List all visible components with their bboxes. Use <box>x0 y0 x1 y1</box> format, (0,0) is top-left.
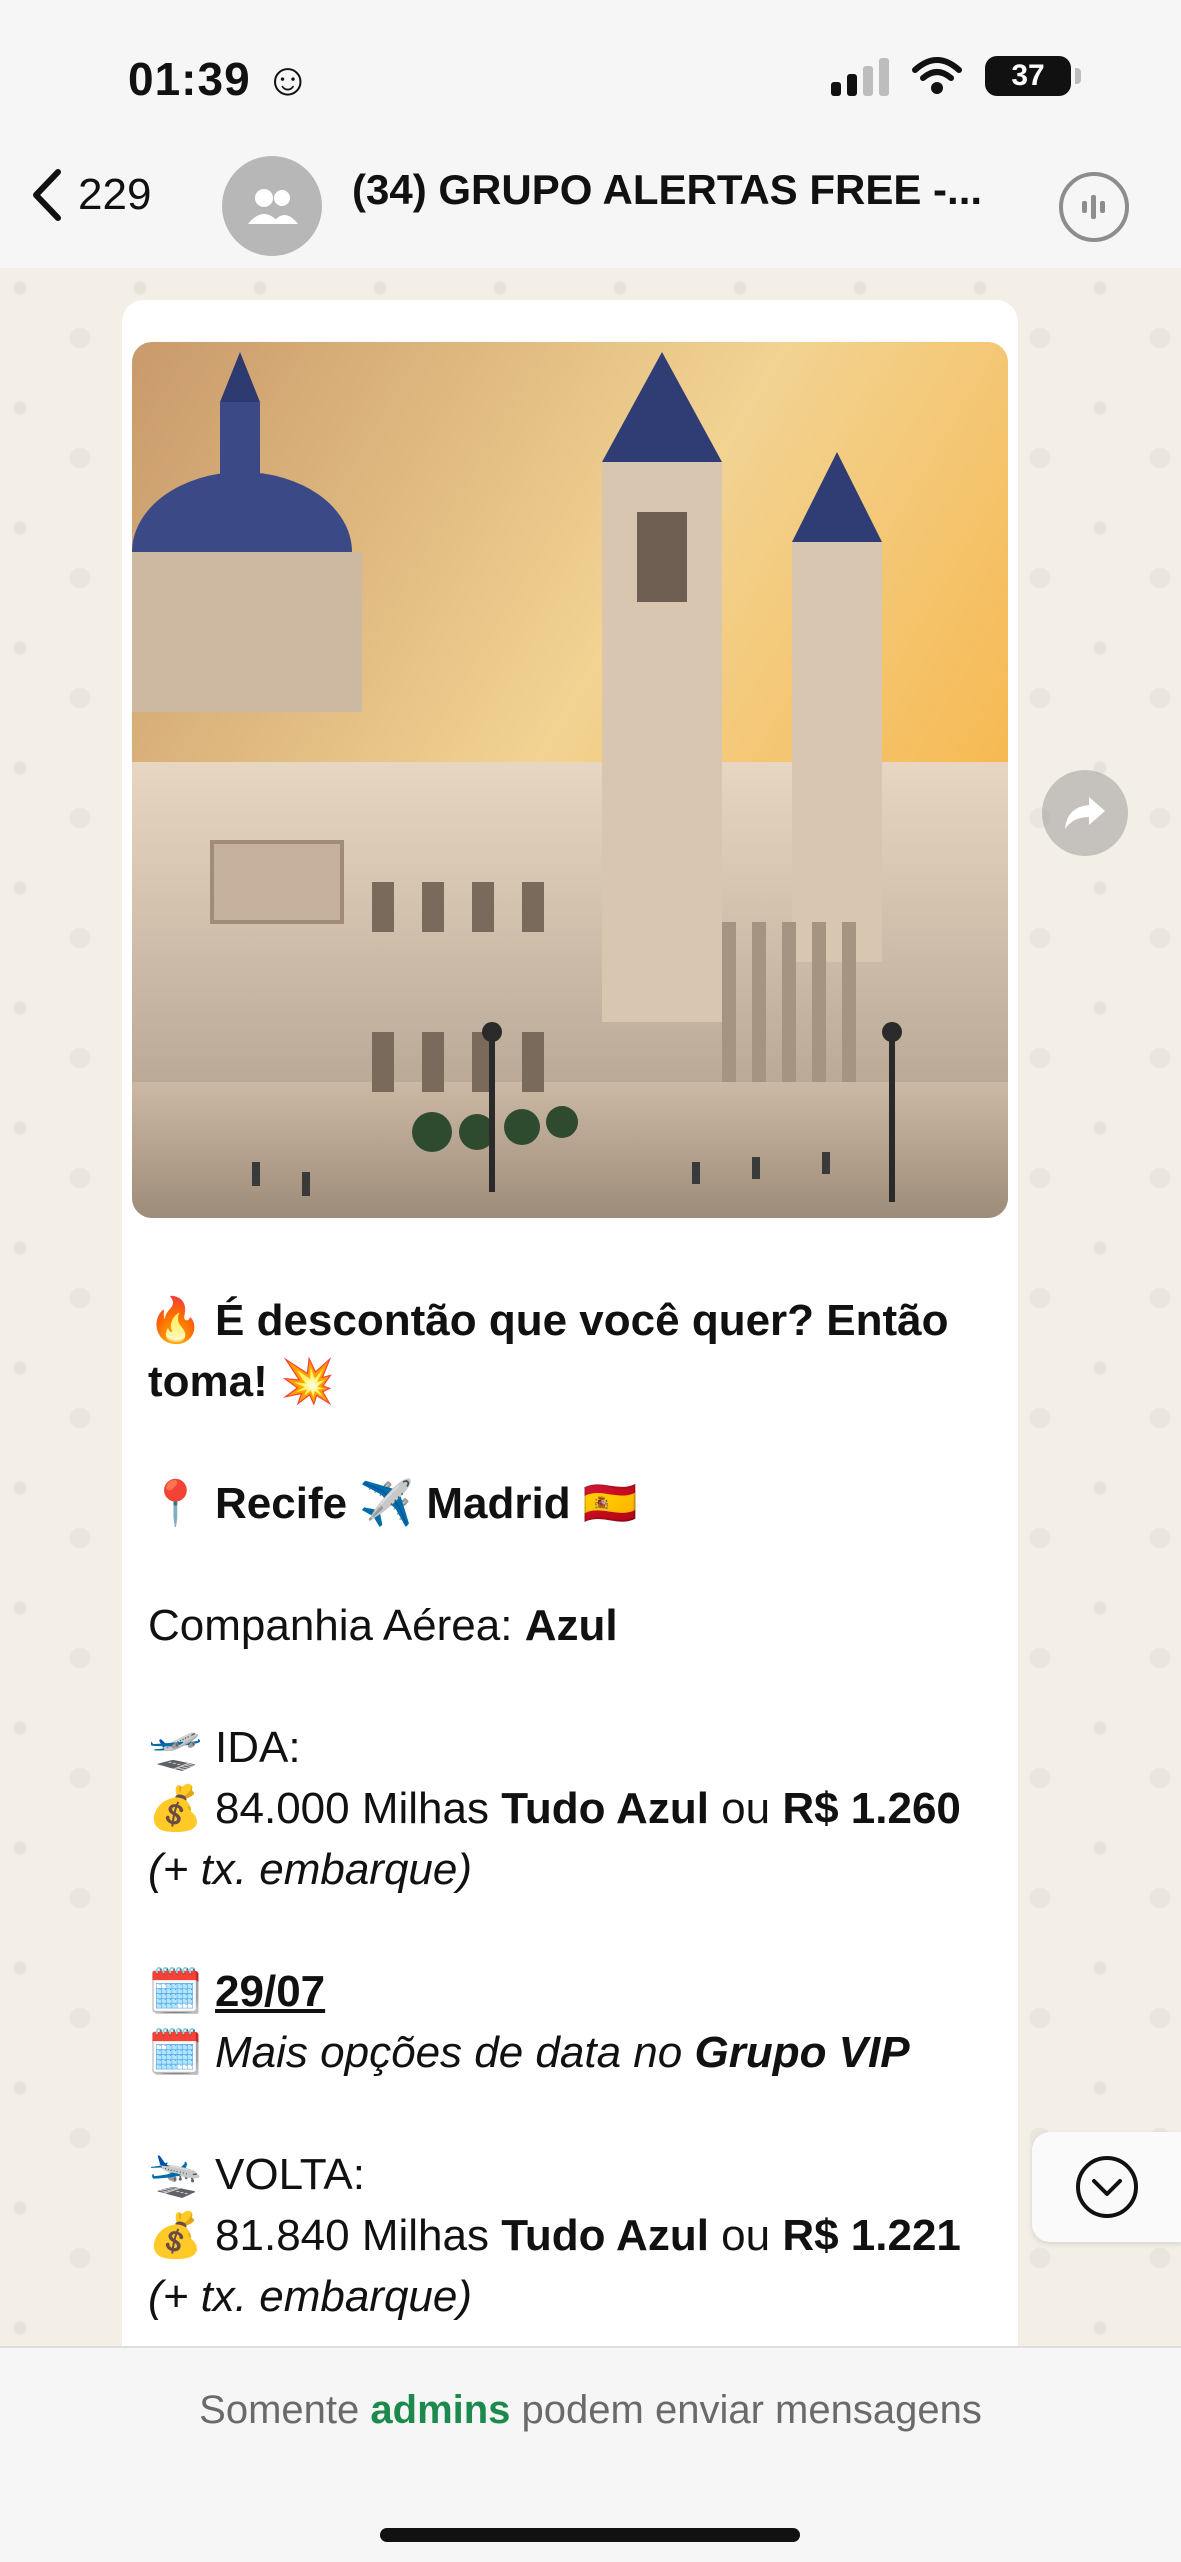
notice-prefix: Somente <box>199 2388 371 2432</box>
battery-level: 37 <box>1011 59 1045 92</box>
volta-label: VOLTA: <box>215 2150 365 2199</box>
volta-program: Tudo Azul <box>501 2211 709 2260</box>
status-time: 01:39 ☺ <box>128 53 313 105</box>
group-icon <box>248 189 298 224</box>
chat-title[interactable]: (34) GRUPO ALERTAS FREE -... <box>352 166 982 214</box>
admins-link[interactable]: admins <box>370 2388 510 2432</box>
top-bar: 01:39 ☺ 37 229 (34) GRUPO ALERTAS FREE -… <box>0 0 1181 270</box>
route-to: Madrid <box>426 1479 571 1528</box>
volta-price-value: R$ 1.221 <box>782 2211 961 2260</box>
bottom-bar: Somente admins podem enviar mensagens <box>0 2346 1181 2562</box>
route-from: Recife <box>215 1479 348 1528</box>
volta-fee: (+ tx. embarque) <box>148 2272 473 2321</box>
route-line: 📍 Recife ✈️ Madrid 🇪🇸 <box>148 1473 988 1534</box>
chat-area[interactable]: 🔥 É descontão que você quer? Então toma!… <box>0 268 1181 2346</box>
message-photo[interactable] <box>132 342 1008 1218</box>
departure-icon: 🛫 <box>148 1723 203 1772</box>
unread-count: 229 <box>78 170 152 219</box>
forward-button[interactable] <box>1042 770 1128 856</box>
airplane-icon: ✈️ <box>359 1479 415 1528</box>
airline-name: Azul <box>524 1601 618 1650</box>
voice-chat-button[interactable] <box>1059 172 1129 242</box>
volta-or: ou <box>708 2211 783 2260</box>
spain-flag-icon: 🇪🇸 <box>582 1479 638 1528</box>
ida-label: IDA: <box>215 1723 301 1772</box>
volta-miles: 81.840 Milhas <box>215 2211 502 2260</box>
wifi-icon <box>912 57 962 94</box>
vip-group-text: Grupo VIP <box>694 2028 910 2077</box>
ida-fee: (+ tx. embarque) <box>148 1845 473 1894</box>
volta-header: 🛬 VOLTA: <box>148 2144 988 2205</box>
ida-or: ou <box>708 1784 783 1833</box>
chevron-down-circle-icon <box>1076 2156 1138 2218</box>
money-bag-icon: 💰 <box>148 1784 203 1833</box>
money-bag-icon: 💰 <box>148 2211 203 2260</box>
ida-price: 💰 84.000 Milhas Tudo Azul ou R$ 1.260 (+… <box>148 1778 988 1900</box>
battery-icon: 37 <box>985 56 1081 96</box>
message-headline: 🔥 É descontão que você quer? Então toma!… <box>148 1296 949 1406</box>
message-text: 🔥 É descontão que você quer? Então toma!… <box>148 1290 988 2327</box>
ida-price-value: R$ 1.260 <box>782 1784 961 1833</box>
ida-miles: 84.000 Milhas <box>215 1784 502 1833</box>
date-line: 🗓️ 29/07 <box>148 1961 988 2022</box>
signal-icon <box>831 56 889 96</box>
airline-label: Companhia Aérea: <box>148 1601 525 1650</box>
message-bubble[interactable]: 🔥 É descontão que você quer? Então toma!… <box>122 300 1018 2346</box>
group-avatar[interactable] <box>222 156 322 256</box>
share-arrow-icon <box>1065 797 1105 829</box>
ida-program: Tudo Azul <box>501 1784 709 1833</box>
home-indicator[interactable] <box>380 2528 800 2542</box>
more-dates-text: Mais opções de data no <box>215 2028 695 2077</box>
volta-price: 💰 81.840 Milhas Tudo Azul ou R$ 1.221 (+… <box>148 2205 988 2327</box>
pin-icon: 📍 <box>148 1479 203 1528</box>
calendar-icon: 🗓️ <box>148 1967 203 2016</box>
chevron-left-icon <box>33 169 61 221</box>
ida-header: 🛫 IDA: <box>148 1717 988 1778</box>
scroll-to-bottom-button[interactable] <box>1032 2132 1181 2242</box>
status-icons: 37 <box>831 56 1081 96</box>
back-button[interactable]: 229 <box>28 168 151 222</box>
audio-wave-icon <box>1082 195 1105 219</box>
calendar-icon: 🗓️ <box>148 2028 203 2077</box>
admins-only-notice: Somente admins podem enviar mensagens <box>0 2388 1181 2433</box>
arrival-icon: 🛬 <box>148 2150 203 2199</box>
cathedral-image <box>132 342 1008 1218</box>
notice-suffix: podem enviar mensagens <box>510 2388 982 2432</box>
more-dates-line: 🗓️ Mais opções de data no Grupo VIP <box>148 2022 988 2083</box>
departure-date[interactable]: 29/07 <box>215 1967 325 2016</box>
airline-line: Companhia Aérea: Azul <box>148 1595 988 1656</box>
